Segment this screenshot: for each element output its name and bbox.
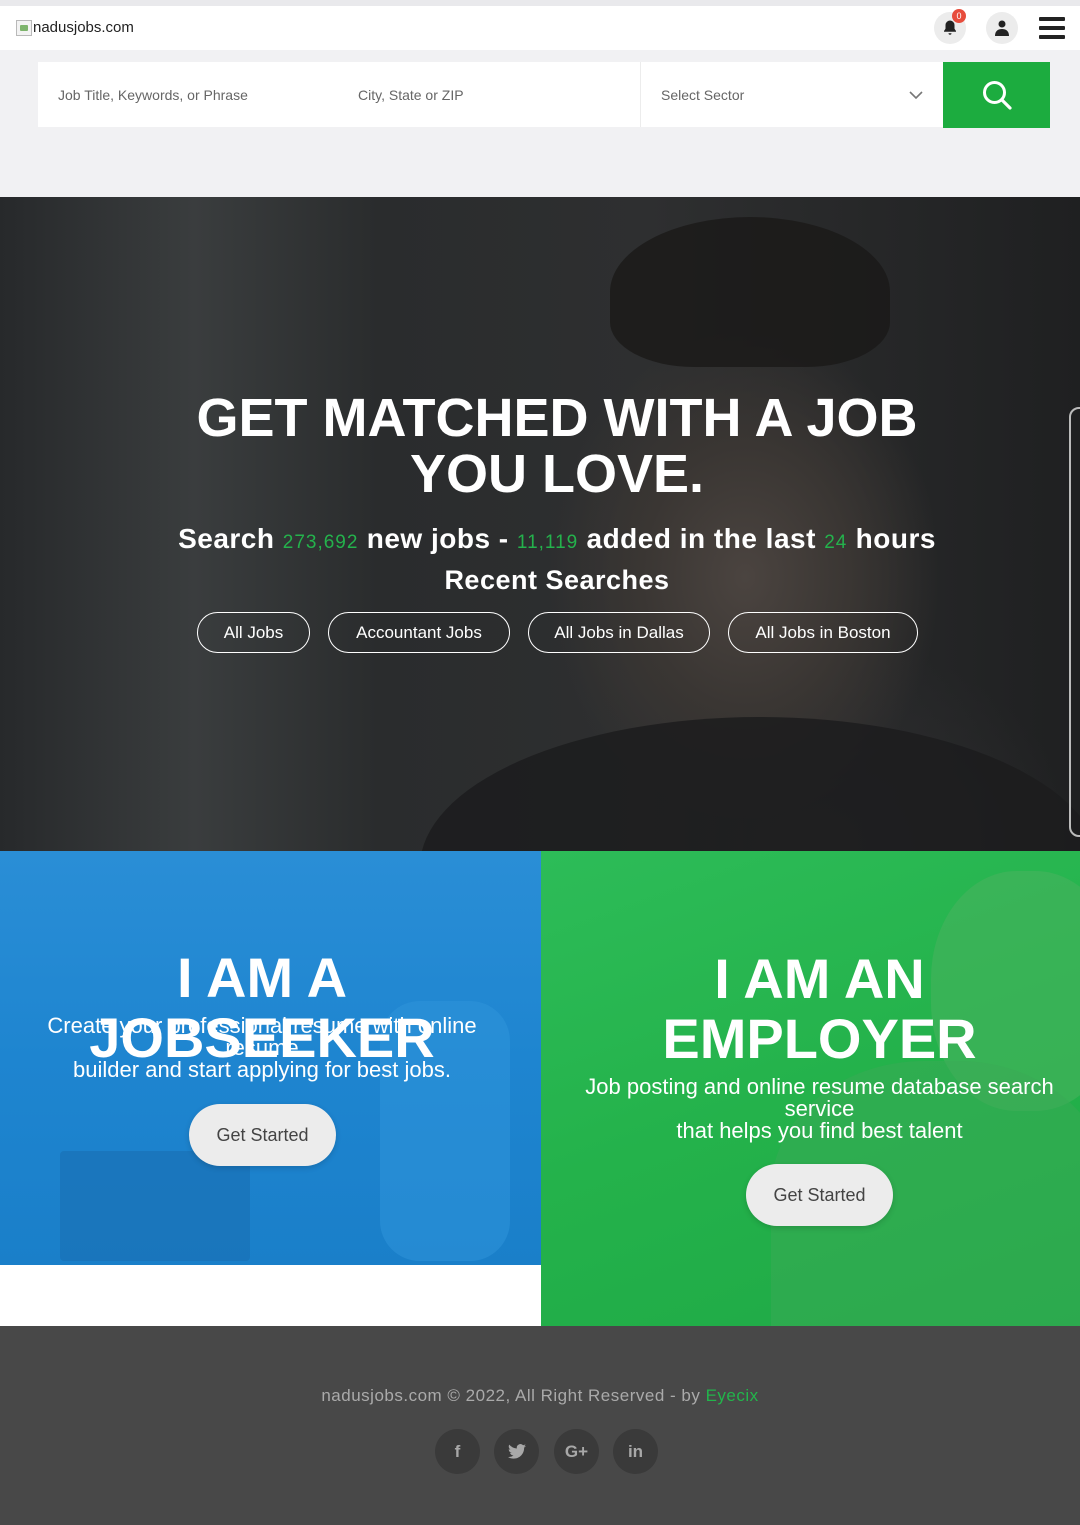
hero-title-line1: GET MATCHED WITH A JOB xyxy=(196,388,918,448)
jobseeker-desc-line1: Create your professional resume with onl… xyxy=(47,1013,477,1038)
notifications-button[interactable]: 0 xyxy=(934,9,966,44)
twitter-bird-icon xyxy=(507,1444,526,1459)
jobseeker-description: Create your professional resume with onl… xyxy=(0,1015,524,1081)
site-header: nadusjobs.com 0 xyxy=(0,6,1080,50)
logo-alt-text: nadusjobs.com xyxy=(33,19,134,36)
employer-get-started-button[interactable]: Get Started xyxy=(746,1164,893,1226)
employer-panel: I AM AN EMPLOYER Job posting and online … xyxy=(541,851,1080,1326)
notification-count-badge: 0 xyxy=(952,9,966,23)
stats-text-2: new jobs - xyxy=(366,523,509,554)
copyright-notice: nadusjobs.com © 2022, All Right Reserved… xyxy=(321,1386,701,1405)
jobseeker-background-photo xyxy=(60,1151,250,1261)
hours-count: 24 xyxy=(824,532,848,553)
stats-text-4: hours xyxy=(855,523,936,554)
keyword-placeholder: Job Title, Keywords, or Phrase xyxy=(58,86,248,103)
sector-selected-value: Select Sector xyxy=(661,86,745,103)
recent-searches-heading: Recent Searches xyxy=(444,565,670,595)
search-button[interactable] xyxy=(943,62,1050,128)
chevron-down-icon xyxy=(909,90,923,99)
panel-gap xyxy=(0,1265,541,1326)
employer-title-line2: EMPLOYER xyxy=(662,1007,977,1070)
hero-background-photo xyxy=(610,217,890,367)
stats-text-3: added in the last xyxy=(586,523,816,554)
employer-desc-line2: service xyxy=(784,1096,855,1121)
facebook-icon[interactable]: f xyxy=(435,1429,480,1474)
employer-title-line1: I AM AN xyxy=(714,947,925,1010)
employer-description: Job posting and online resume database s… xyxy=(541,1076,1080,1142)
hamburger-menu-icon[interactable] xyxy=(1039,17,1065,39)
developer-link[interactable]: Eyecix xyxy=(706,1386,759,1405)
sector-select[interactable]: Select Sector xyxy=(640,62,943,127)
hero-background-shading xyxy=(420,717,1080,851)
user-icon xyxy=(995,20,1009,36)
keyword-input[interactable]: Job Title, Keywords, or Phrase xyxy=(38,62,339,127)
account-button[interactable] xyxy=(986,12,1018,44)
employer-desc-line3: that helps you find best talent xyxy=(676,1118,963,1143)
broken-image-icon xyxy=(16,19,32,36)
copyright-text: nadusjobs.com © 2022, All Right Reserved… xyxy=(0,1386,1080,1406)
google-plus-icon[interactable]: G+ xyxy=(554,1429,599,1474)
hero-title: GET MATCHED WITH A JOB YOU LOVE. xyxy=(0,390,1080,502)
job-stats-line: Search 273,692 new jobs - 11,119 added i… xyxy=(0,523,1080,555)
employer-title: I AM AN EMPLOYER xyxy=(541,949,1080,1069)
stats-text-1: Search xyxy=(178,523,275,554)
total-jobs-count: 273,692 xyxy=(282,532,359,553)
jobseeker-panel: I AM A JOBSEEKER Create your professiona… xyxy=(0,851,541,1265)
jobseeker-desc-line2: resume xyxy=(225,1035,299,1060)
job-search-bar: Job Title, Keywords, or Phrase City, Sta… xyxy=(38,62,1050,128)
search-icon xyxy=(982,81,1012,110)
hero-title-line2: YOU LOVE. xyxy=(409,444,705,504)
recent-search-dallas[interactable]: All Jobs in Dallas xyxy=(528,612,710,653)
recent-search-boston[interactable]: All Jobs in Boston xyxy=(728,612,918,653)
location-input[interactable]: City, State or ZIP xyxy=(339,62,640,127)
site-footer: nadusjobs.com © 2022, All Right Reserved… xyxy=(0,1326,1080,1525)
new-jobs-count: 11,119 xyxy=(516,532,579,553)
recent-search-all-jobs[interactable]: All Jobs xyxy=(197,612,310,653)
linkedin-icon[interactable]: in xyxy=(613,1429,658,1474)
jobseeker-desc-line3: builder and start applying for best jobs… xyxy=(73,1057,451,1082)
twitter-icon[interactable] xyxy=(494,1429,539,1474)
jobseeker-get-started-button[interactable]: Get Started xyxy=(189,1104,336,1166)
location-placeholder: City, State or ZIP xyxy=(358,86,464,103)
hero-banner: GET MATCHED WITH A JOB YOU LOVE. Search … xyxy=(0,197,1080,851)
employer-desc-line1: Job posting and online resume database s… xyxy=(585,1074,1054,1099)
recent-search-accountant-jobs[interactable]: Accountant Jobs xyxy=(328,612,510,653)
site-logo[interactable]: nadusjobs.com xyxy=(16,19,134,36)
